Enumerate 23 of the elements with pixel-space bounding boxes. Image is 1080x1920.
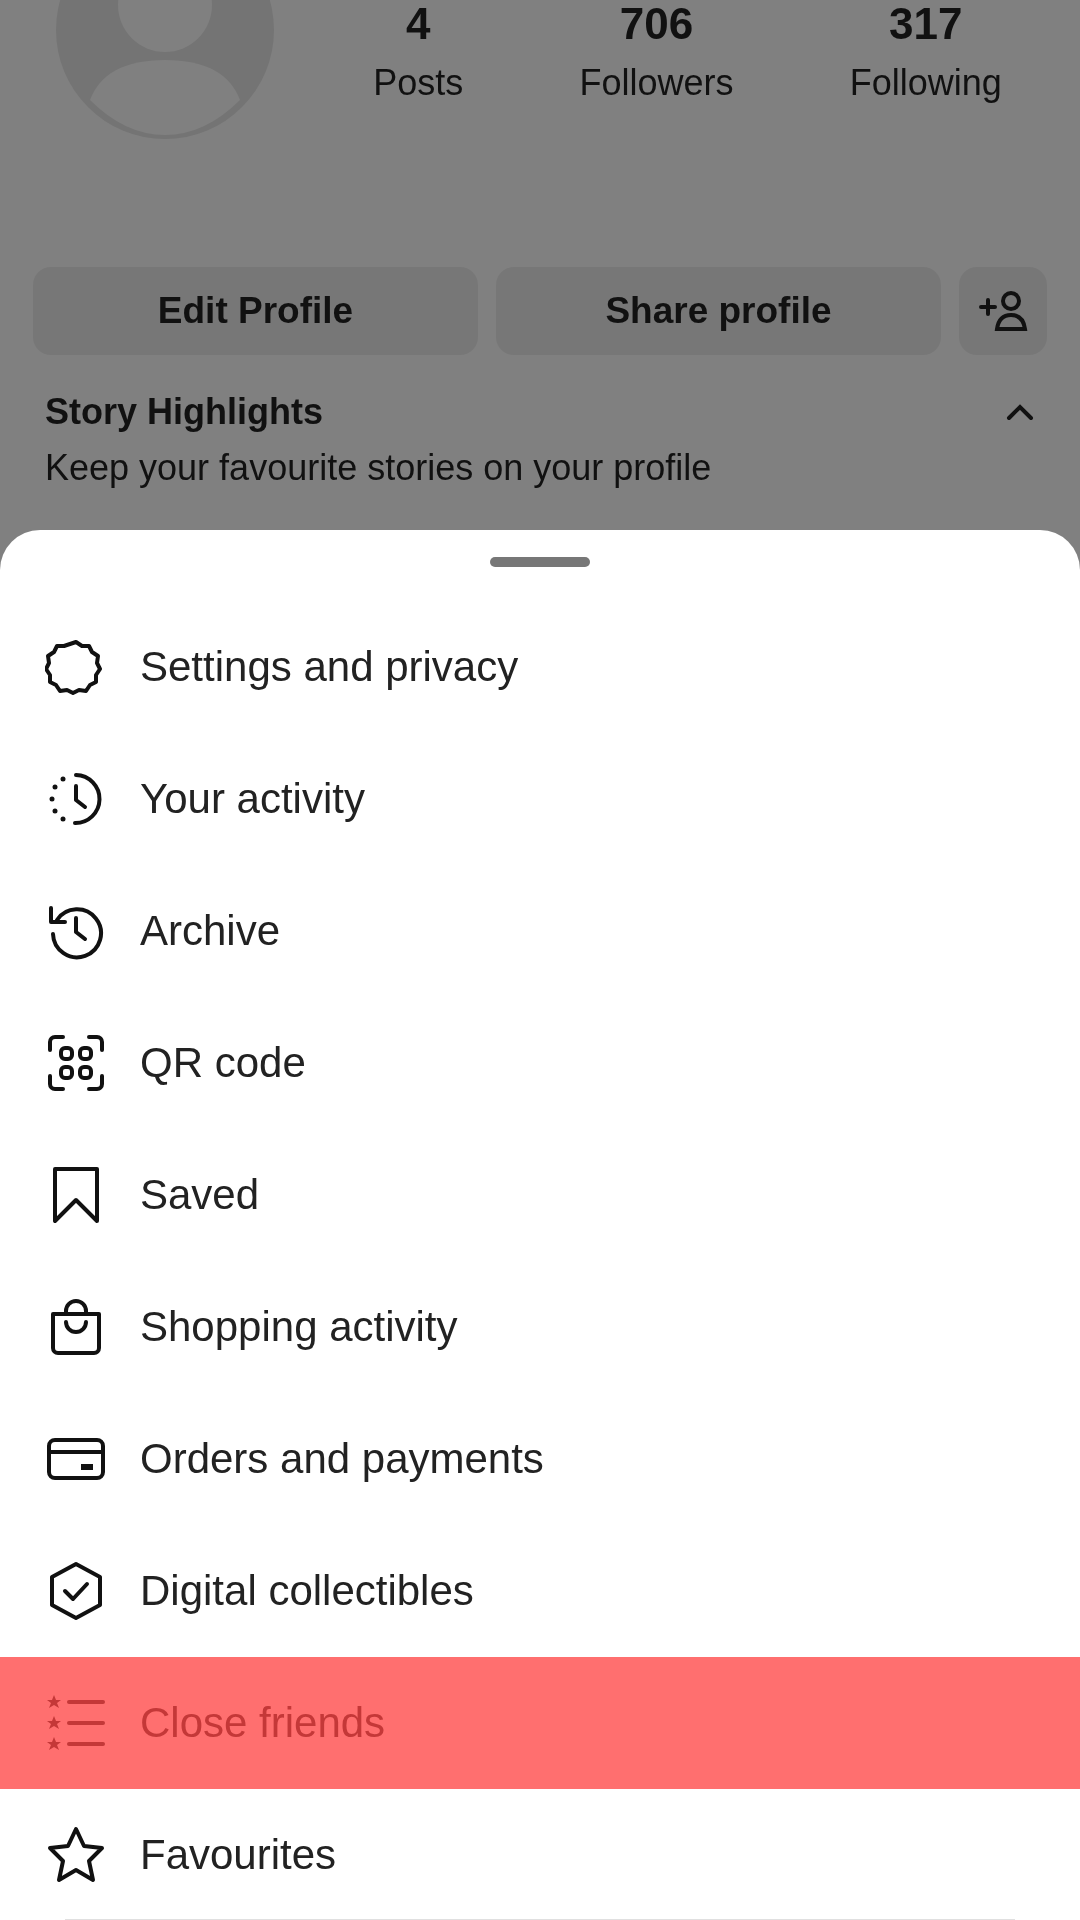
section-title: Story Highlights (45, 391, 323, 433)
section-subtitle: Keep your favourite stories on your profile (44, 447, 713, 489)
qr-code-icon (45, 1032, 107, 1094)
edit-profile-button[interactable]: Edit Profile (33, 267, 478, 355)
stat-count: 706 (619, 0, 694, 50)
chevron-icon[interactable] (1005, 402, 1035, 422)
stat-label: Followers (579, 62, 734, 104)
add-person-icon (978, 289, 1028, 333)
menu-item[interactable]: Saved (0, 1129, 1080, 1261)
menu-item[interactable]: Digital collectibles (0, 1525, 1080, 1657)
menu-item[interactable]: Your activity (0, 733, 1080, 865)
menu-item[interactable]: Shopping activity (0, 1261, 1080, 1393)
menu-item[interactable]: Orders and payments (0, 1393, 1080, 1525)
stat-label: Posts (373, 62, 464, 104)
menu-item[interactable]: QR code (0, 997, 1080, 1129)
menu-item[interactable]: Settings and privacy (0, 601, 1080, 733)
menu-item[interactable]: Archive (0, 865, 1080, 997)
stat-count: 4 (405, 0, 431, 50)
stat-count: 317 (889, 0, 963, 50)
menu-item[interactable]: Favourites (0, 1789, 1080, 1920)
share-profile-button[interactable]: Share profile (496, 267, 941, 355)
stat-label: Following (849, 62, 1002, 104)
add-person-button[interactable] (959, 267, 1047, 355)
